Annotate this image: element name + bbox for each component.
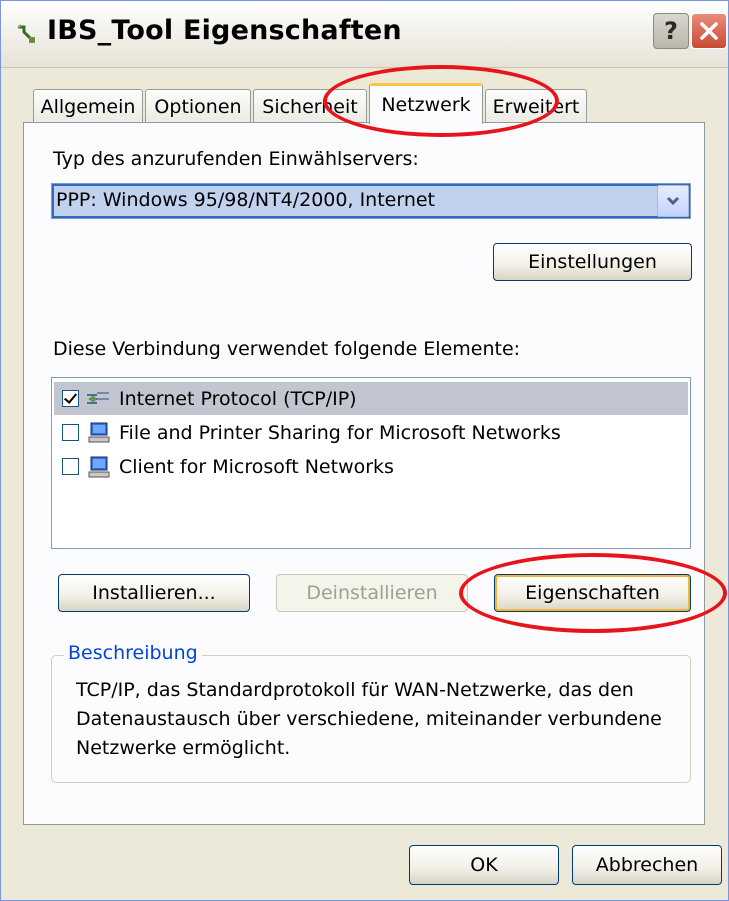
dropdown-button[interactable] — [657, 185, 689, 217]
description-group: Beschreibung TCP/IP, das Standardprotoko… — [51, 642, 691, 783]
tab-optionen[interactable]: Optionen — [145, 89, 251, 123]
tcpip-checkbox[interactable] — [62, 390, 79, 407]
close-icon — [700, 22, 718, 40]
properties-button[interactable]: Eigenschaften — [494, 574, 691, 612]
cancel-button[interactable]: Abbrechen — [572, 845, 722, 885]
computer-icon — [88, 422, 110, 442]
uninstall-button[interactable]: Deinstallieren — [276, 574, 468, 612]
tab-netzwerk[interactable]: Netzwerk — [369, 83, 483, 124]
title-bar: IBS_Tool Eigenschaften ? — [1, 1, 728, 68]
help-button[interactable]: ? — [653, 13, 689, 49]
computer-icon — [88, 456, 110, 477]
list-item-label: File and Printer Sharing for Microsoft N… — [119, 421, 561, 444]
network-protocol-icon — [87, 391, 109, 404]
list-item-client-microsoft-networks[interactable]: Client for Microsoft Networks — [54, 450, 688, 483]
server-type-select[interactable]: PPP: Windows 95/98/NT4/2000, Internet — [51, 183, 691, 219]
close-button[interactable] — [691, 13, 727, 49]
install-button[interactable]: Installieren... — [58, 574, 250, 612]
connection-icon — [17, 24, 35, 43]
settings-button[interactable]: Einstellungen — [493, 243, 692, 281]
list-item-label: Client for Microsoft Networks — [119, 455, 394, 478]
list-item-file-printer-sharing[interactable]: File and Printer Sharing for Microsoft N… — [54, 416, 688, 449]
description-title: Beschreibung — [64, 642, 202, 664]
tab-erweitert[interactable]: Erweitert — [485, 89, 587, 123]
properties-dialog: IBS_Tool Eigenschaften ? Allgemein Optio… — [0, 0, 729, 901]
list-item-tcpip[interactable]: Internet Protocol (TCP/IP) — [54, 382, 688, 415]
server-type-label: Typ des anzurufenden Einwählservers: — [53, 148, 419, 170]
server-type-value: PPP: Windows 95/98/NT4/2000, Internet — [56, 189, 436, 211]
list-item-label: Internet Protocol (TCP/IP) — [119, 387, 357, 410]
elements-list[interactable]: Internet Protocol (TCP/IP) File and Prin… — [51, 377, 691, 549]
client-microsoft-networks-checkbox[interactable] — [62, 458, 79, 475]
tab-allgemein[interactable]: Allgemein — [33, 89, 143, 123]
elements-label: Diese Verbindung verwendet folgende Elem… — [53, 338, 521, 360]
ok-button[interactable]: OK — [409, 845, 559, 885]
description-text: TCP/IP, das Standardprotokoll für WAN-Ne… — [76, 679, 662, 759]
window-title: IBS_Tool Eigenschaften — [47, 15, 402, 46]
file-printer-sharing-checkbox[interactable] — [62, 424, 79, 441]
tab-sicherheit[interactable]: Sicherheit — [253, 89, 367, 123]
chevron-down-icon — [666, 196, 680, 206]
